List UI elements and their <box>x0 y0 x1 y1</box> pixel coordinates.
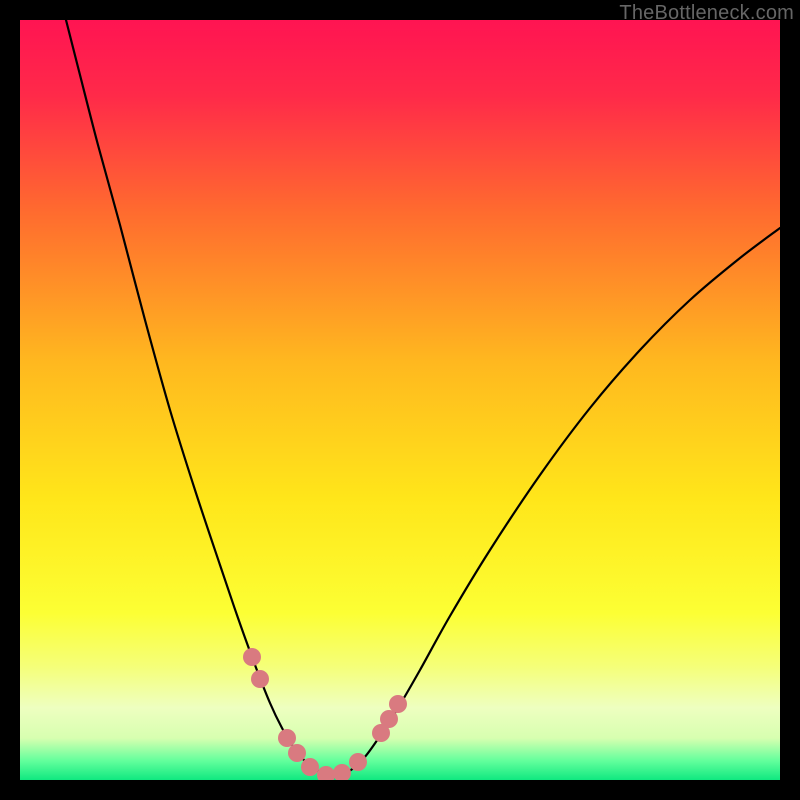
marker-point <box>301 758 319 776</box>
marker-point <box>389 695 407 713</box>
marker-point <box>243 648 261 666</box>
marker-point <box>288 744 306 762</box>
marker-point <box>349 753 367 771</box>
chart-frame <box>20 20 780 780</box>
marker-point <box>278 729 296 747</box>
bottleneck-chart <box>20 20 780 780</box>
watermark-text: TheBottleneck.com <box>619 2 794 25</box>
marker-point <box>380 710 398 728</box>
marker-point <box>251 670 269 688</box>
gradient-background <box>20 20 780 780</box>
